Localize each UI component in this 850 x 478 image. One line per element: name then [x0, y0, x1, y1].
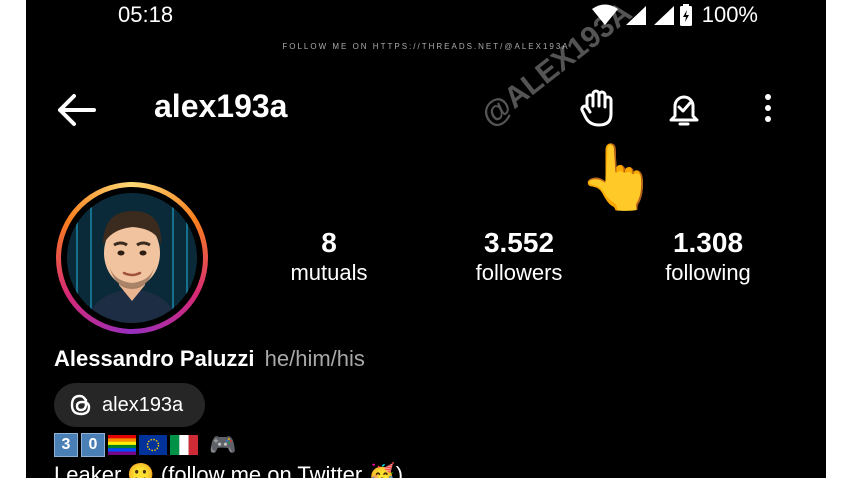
threads-icon — [70, 394, 91, 416]
avatar[interactable] — [56, 182, 208, 334]
watermark-banner: FOLLOW ME ON HTTPS://THREADS.NET/@ALEX19… — [282, 42, 570, 51]
keycap-digit: 0 — [81, 433, 105, 457]
battery-percent: 100% — [701, 2, 758, 27]
avatar-image — [67, 193, 197, 323]
more-vert-icon — [765, 94, 771, 122]
stat-following[interactable]: 1.308 following — [623, 228, 793, 288]
avatar-border — [61, 187, 203, 329]
gamepad-icon: 🎮 — [209, 432, 237, 457]
profile-name-row: Alessandro Paluzzi he/him/his — [54, 346, 365, 372]
phone-screen: 05:18 100% FOLLOW ME ON HTTPS://THREADS.… — [26, 0, 826, 478]
more-options-button[interactable] — [748, 88, 788, 128]
back-arrow-icon — [58, 94, 96, 126]
threads-badge[interactable]: alex193a — [54, 383, 205, 427]
bio-emoji-row: 3 0 🎮 — [54, 432, 236, 458]
screenshot-frame: 05:18 100% FOLLOW ME ON HTTPS://THREADS.… — [0, 0, 850, 478]
stat-value: 8 — [321, 227, 337, 258]
battery-icon — [679, 4, 692, 26]
stat-value: 1.308 — [672, 227, 744, 258]
eu-flag-icon — [139, 435, 167, 455]
wave-hand-icon — [580, 89, 613, 127]
status-time: 05:18 — [118, 2, 174, 27]
signal-icon-2 — [653, 6, 674, 25]
bell-check-icon — [669, 95, 699, 126]
stat-label: mutuals — [290, 260, 368, 285]
keycap-digit: 3 — [54, 433, 78, 457]
stat-followers[interactable]: 3.552 followers — [434, 228, 604, 288]
wave-button[interactable] — [578, 88, 618, 128]
pointing-hand-emoji: 👆 — [578, 141, 658, 213]
bio-text: Leaker 🙂 (follow me on Twitter 🥳) — [54, 462, 404, 478]
profile-pronouns: he/him/his — [264, 346, 365, 371]
rainbow-flag-icon — [108, 435, 136, 455]
status-bar: 05:18 100% — [26, 0, 826, 30]
italy-flag-icon — [170, 435, 198, 455]
profile-name: Alessandro Paluzzi — [54, 346, 255, 371]
threads-handle: alex193a — [102, 393, 184, 416]
notifications-button[interactable] — [664, 88, 704, 128]
stat-label: following — [665, 260, 751, 285]
back-button[interactable] — [54, 90, 98, 130]
stat-label: followers — [475, 260, 563, 285]
stat-value: 3.552 — [483, 227, 555, 258]
page-title: alex193a — [154, 88, 288, 124]
stat-mutuals[interactable]: 8 mutuals — [244, 228, 414, 288]
